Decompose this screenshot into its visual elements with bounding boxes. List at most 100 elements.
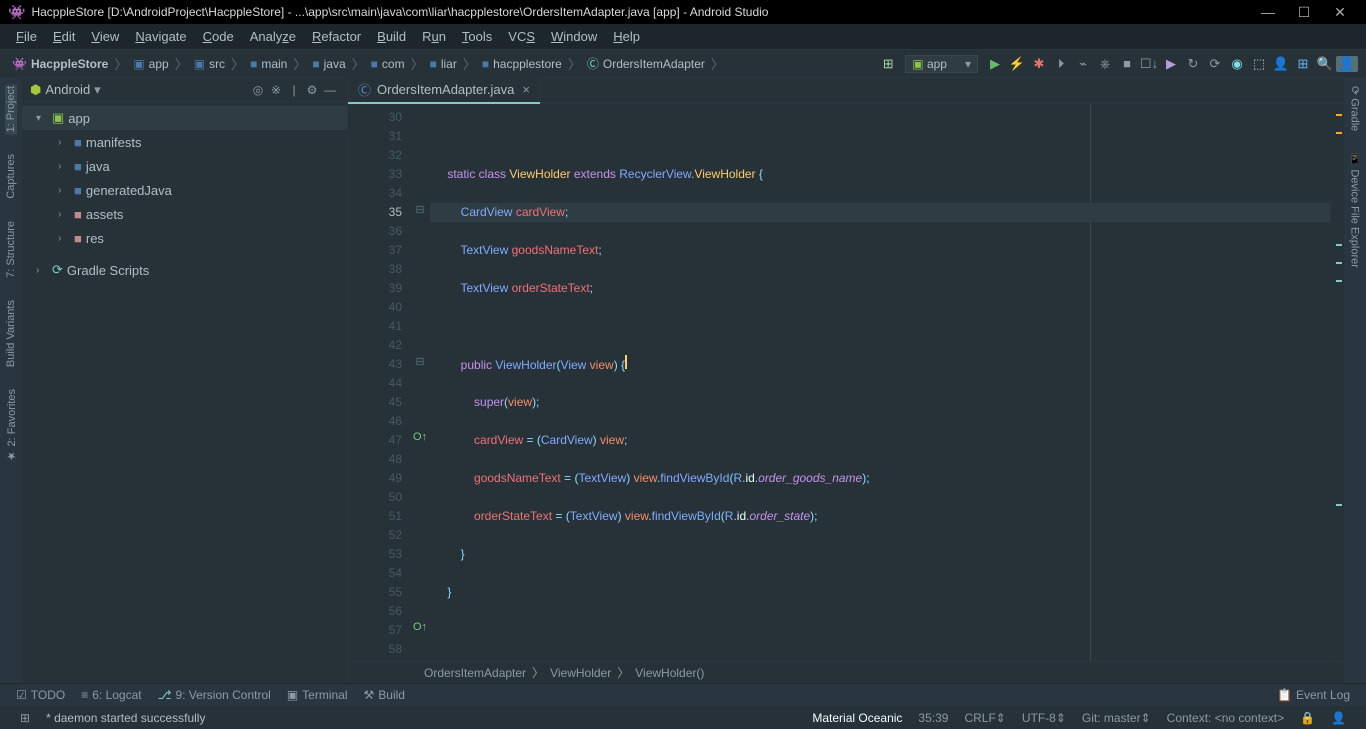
- minimap[interactable]: [1330, 104, 1344, 661]
- bc-class[interactable]: OrdersItemAdapter: [418, 666, 532, 680]
- tool-build[interactable]: ⚒Build: [356, 688, 413, 702]
- bc-inner[interactable]: ViewHolder: [544, 666, 617, 680]
- tool-gradle[interactable]: ⟳ Gradle: [1349, 84, 1362, 133]
- tab-ordersitemadapter[interactable]: Ⓒ OrdersItemAdapter.java ×: [348, 76, 541, 102]
- status-context[interactable]: Context: <no context>: [1159, 711, 1292, 725]
- menu-window[interactable]: Window: [543, 29, 605, 44]
- tree-gradle-scripts[interactable]: ›⟳Gradle Scripts: [22, 258, 347, 282]
- tool-favorites[interactable]: ★ 2: Favorites: [5, 387, 18, 465]
- menu-vcs[interactable]: VCS: [500, 29, 543, 44]
- project-tree[interactable]: ▾▣app ›■manifests ›■java ›■generatedJava…: [22, 102, 347, 683]
- target-icon[interactable]: ◎: [249, 83, 267, 97]
- sdk-manager-icon[interactable]: ▶: [1160, 56, 1182, 72]
- window-title: HacppleStore [D:\AndroidProject\HacppleS…: [31, 5, 768, 19]
- reload-icon[interactable]: ↻: [1182, 56, 1204, 72]
- editor: Ⓒ OrdersItemAdapter.java × 3031323334 35…: [348, 78, 1344, 683]
- gradle-sync-icon[interactable]: ⟳: [1204, 56, 1226, 72]
- menu-file[interactable]: File: [8, 29, 45, 44]
- layout-inspector-icon[interactable]: ⬚: [1248, 56, 1270, 72]
- menu-refactor[interactable]: Refactor: [304, 29, 369, 44]
- project-structure-icon[interactable]: ◉: [1226, 56, 1248, 72]
- gear-icon[interactable]: ⚙: [303, 83, 321, 97]
- crumb-pkg[interactable]: ■hacpplestore: [478, 57, 566, 71]
- tool-version-control[interactable]: ⎇9: Version Control: [150, 688, 279, 702]
- crumb-file[interactable]: ⒸOrdersItemAdapter: [583, 55, 709, 72]
- menu-build[interactable]: Build: [369, 29, 414, 44]
- tree-manifests[interactable]: ›■manifests: [22, 130, 347, 154]
- lock-icon[interactable]: 🔒: [1292, 711, 1323, 725]
- tool-device-file-explorer[interactable]: 📱 Device File Explorer: [1349, 151, 1362, 270]
- crumb-app[interactable]: ▣app: [129, 57, 172, 71]
- titlebar: 👾 HacppleStore [D:\AndroidProject\Hacppl…: [0, 0, 1366, 24]
- tree-assets[interactable]: ›■assets: [22, 202, 347, 226]
- collapse-icon[interactable]: ※: [267, 83, 285, 97]
- status-theme[interactable]: Material Oceanic: [804, 711, 910, 725]
- tool-event-log[interactable]: 📋Event Log: [1269, 688, 1358, 702]
- status-encoding[interactable]: UTF-8⇕: [1014, 711, 1074, 725]
- status-caret-pos[interactable]: 35:39: [910, 711, 956, 725]
- minimize-button[interactable]: —: [1250, 4, 1286, 20]
- tree-res[interactable]: ›■res: [22, 226, 347, 250]
- menu-run[interactable]: Run: [414, 29, 454, 44]
- crumb-main[interactable]: ■main: [246, 57, 291, 71]
- bottom-tool-bar: ☑TODO ≡6: Logcat ⎇9: Version Control ▣Te…: [0, 683, 1366, 705]
- hector-icon[interactable]: 👤: [1323, 711, 1354, 725]
- tool-logcat[interactable]: ≡6: Logcat: [73, 688, 149, 702]
- stop-button[interactable]: ■: [1116, 56, 1138, 71]
- status-indicator-icon[interactable]: ⊞: [12, 711, 38, 725]
- avatar-icon[interactable]: 👤: [1336, 56, 1358, 72]
- coverage-icon[interactable]: ⎈: [1094, 56, 1116, 72]
- apply-changes-icon[interactable]: ⚡: [1006, 56, 1028, 72]
- menu-navigate[interactable]: Navigate: [127, 29, 194, 44]
- tree-app[interactable]: ▾▣app: [22, 106, 347, 130]
- tree-java[interactable]: ›■java: [22, 154, 347, 178]
- attach-debugger-icon[interactable]: ⌁: [1072, 56, 1094, 72]
- code-area[interactable]: 3031323334 3536373839 4041424344 4546474…: [348, 104, 1344, 661]
- grid-icon[interactable]: ⊞: [1292, 56, 1314, 72]
- close-button[interactable]: ✕: [1322, 4, 1358, 21]
- code-content[interactable]: static class ViewHolder extends Recycler…: [430, 104, 1330, 661]
- profile-button[interactable]: ⏵: [1050, 56, 1072, 72]
- crumb-liar[interactable]: ■liar: [426, 57, 461, 71]
- bc-method[interactable]: ViewHolder(): [629, 666, 710, 680]
- crumb-src[interactable]: ▣src: [190, 57, 229, 71]
- tree-generatedjava[interactable]: ›■generatedJava: [22, 178, 347, 202]
- chevron-down-icon[interactable]: ▾: [94, 82, 101, 98]
- maximize-button[interactable]: ☐: [1286, 4, 1322, 21]
- avd-manager-icon[interactable]: ☐↓: [1138, 56, 1160, 72]
- menu-analyze[interactable]: Analyze: [242, 29, 304, 44]
- status-git[interactable]: Git: master ⇕: [1074, 711, 1159, 725]
- menu-tools[interactable]: Tools: [454, 29, 500, 44]
- tool-project[interactable]: 1: Project: [5, 84, 17, 134]
- tab-label: OrdersItemAdapter.java: [377, 82, 514, 97]
- search-icon[interactable]: 🔍: [1314, 56, 1336, 72]
- tool-todo[interactable]: ☑TODO: [8, 688, 73, 702]
- close-tab-icon[interactable]: ×: [522, 82, 530, 97]
- tool-build-variants[interactable]: Build Variants: [5, 298, 17, 369]
- run-config-selector[interactable]: ▣ app▾: [905, 55, 978, 73]
- menu-edit[interactable]: Edit: [45, 29, 83, 44]
- left-tool-strip: 1: Project Captures 7: Structure Build V…: [0, 78, 22, 683]
- status-line-sep[interactable]: CRLF⇕: [956, 711, 1013, 725]
- hide-icon[interactable]: —: [321, 83, 339, 97]
- line-gutter: 3031323334 3536373839 4041424344 4546474…: [348, 104, 410, 661]
- menu-view[interactable]: View: [83, 29, 127, 44]
- tool-structure[interactable]: 7: Structure: [5, 219, 17, 280]
- menu-help[interactable]: Help: [605, 29, 648, 44]
- crumb-com[interactable]: ■com: [367, 57, 409, 71]
- tool-captures[interactable]: Captures: [5, 152, 17, 201]
- theme-icon[interactable]: 👤: [1270, 56, 1292, 72]
- crumb-java[interactable]: ■java: [308, 57, 349, 71]
- tool-terminal[interactable]: ▣Terminal: [279, 688, 356, 702]
- android-studio-icon: 👾: [8, 4, 25, 21]
- sync-icon[interactable]: ⊞: [877, 56, 899, 72]
- right-tool-strip: ⟳ Gradle 📱 Device File Explorer: [1344, 78, 1366, 683]
- run-button[interactable]: ▶: [984, 56, 1006, 72]
- menu-code[interactable]: Code: [195, 29, 242, 44]
- crumb-project[interactable]: 👾HacppleStore: [8, 57, 112, 71]
- code-breadcrumb: OrdersItemAdapter 〉 ViewHolder 〉 ViewHol…: [348, 661, 1344, 683]
- main-menu: File Edit View Navigate Code Analyze Ref…: [0, 24, 1366, 50]
- project-view-mode[interactable]: Android: [45, 82, 90, 97]
- debug-button[interactable]: ✱: [1028, 56, 1050, 72]
- editor-tabs: Ⓒ OrdersItemAdapter.java ×: [348, 78, 1344, 104]
